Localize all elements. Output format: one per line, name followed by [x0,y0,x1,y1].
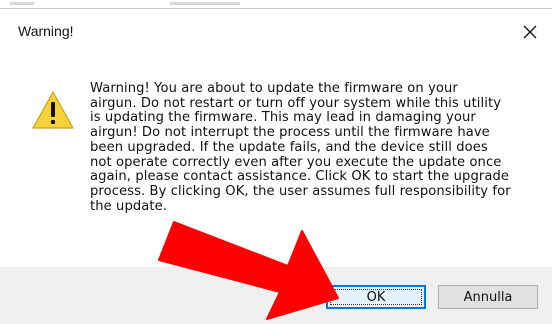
close-icon [523,25,537,39]
ok-button[interactable]: OK [326,285,426,309]
screenshot: Warning! Warning! You are about to updat… [0,0,552,324]
background-fragment [170,2,240,5]
background-fragment [10,2,34,5]
focus-rectangle [330,289,422,305]
warning-icon [32,91,74,129]
close-button[interactable] [516,19,544,45]
dialog-footer: OK Annulla [0,267,552,324]
background-window-edge [0,0,552,8]
cancel-button-label: Annulla [463,289,513,305]
dialog-content: Warning! You are about to update the fir… [0,57,552,257]
dialog-titlebar: Warning! [0,9,552,57]
warning-dialog: Warning! Warning! You are about to updat… [0,8,552,324]
dialog-title: Warning! [18,23,74,39]
dialog-message: Warning! You are about to update the fir… [90,81,511,214]
cancel-button[interactable]: Annulla [438,285,538,309]
